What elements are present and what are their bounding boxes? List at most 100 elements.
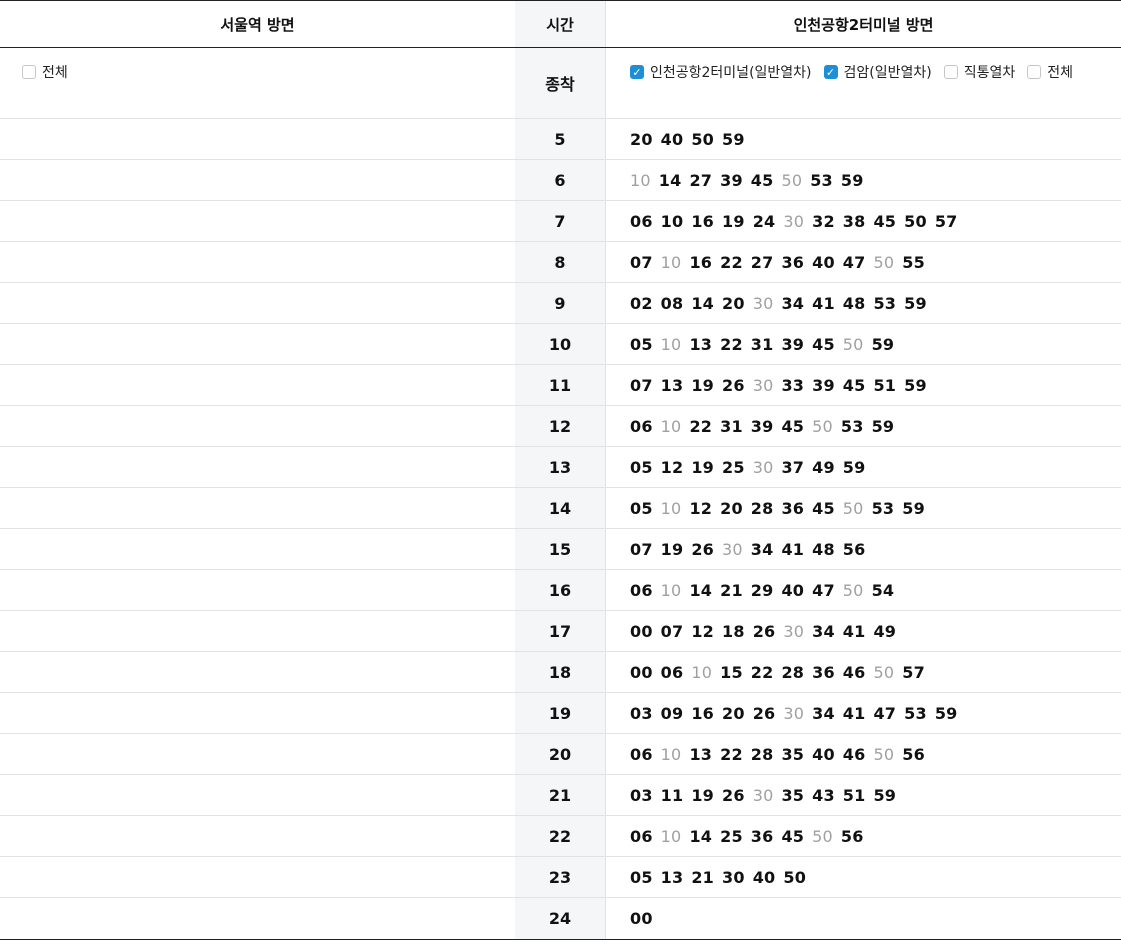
- departure-minute: 41: [842, 703, 866, 723]
- departure-minute: 12: [660, 457, 684, 477]
- departure-minute: 50: [873, 252, 895, 272]
- departure-minute: 56: [842, 539, 866, 559]
- departure-minute: 59: [904, 375, 927, 395]
- departure-minute: 59: [722, 129, 745, 149]
- departure-minute: 39: [750, 416, 774, 436]
- filter-right-0[interactable]: ✓ 인천공항2터미널(일반열차): [630, 62, 812, 82]
- departure-minute: 10: [660, 211, 684, 231]
- header-row: 서울역 방면 시간 인천공항2터미널 방면: [0, 1, 1121, 48]
- header-incheon-direction: 인천공항2터미널 방면: [793, 15, 934, 34]
- departure-minute: 21: [691, 867, 715, 887]
- checkbox-unchecked-icon[interactable]: [22, 65, 36, 79]
- incheon-direction-cell: 06 10 13 22 28 35 40 46 50 56: [606, 734, 1121, 774]
- departure-minute: 41: [842, 621, 866, 641]
- table-row: 8 07 10 16 22 27 36 40 47 50 55: [0, 242, 1121, 283]
- departure-minute: 26: [752, 621, 776, 641]
- departure-minute: 30: [783, 621, 805, 641]
- departure-minute: 20: [722, 293, 745, 313]
- departure-minute: 59: [871, 416, 895, 436]
- departure-minute: 13: [660, 867, 684, 887]
- departure-minute: 50: [783, 867, 807, 887]
- departure-minute: 19: [660, 539, 684, 559]
- departure-minute: 48: [812, 539, 835, 559]
- hour-cell: 5: [515, 119, 606, 159]
- incheon-direction-cell: 07 13 19 26 30 33 39 45 51 59: [606, 365, 1121, 405]
- departure-minute: 53: [810, 170, 833, 190]
- departure-minute: 40: [812, 744, 835, 764]
- checkbox-checked-icon[interactable]: ✓: [823, 65, 838, 79]
- checkbox-unchecked-icon[interactable]: [1027, 65, 1042, 79]
- departure-minute: 59: [904, 293, 927, 313]
- departure-minute: 19: [691, 785, 715, 805]
- departure-minute: 28: [781, 662, 805, 682]
- departure-minute: 12: [691, 621, 715, 641]
- incheon-direction-cell: 06 10 14 21 29 40 47 50 54: [606, 570, 1121, 610]
- departure-minute: 30: [752, 785, 774, 805]
- departure-minute: 33: [781, 375, 805, 395]
- table-row: 11 07 13 19 26 30 33 39 45 51 59: [0, 365, 1121, 406]
- departure-minute: 31: [720, 416, 743, 436]
- departure-minute: 57: [902, 662, 925, 682]
- departure-minute: 20: [720, 498, 743, 518]
- departure-minute: 02: [630, 293, 653, 313]
- table-row: 9 02 08 14 20 30 34 41 48 53 59: [0, 283, 1121, 324]
- departure-minute: 50: [842, 498, 864, 518]
- filter-right-3[interactable]: 전체: [1027, 62, 1073, 82]
- hour-cell: 13: [515, 447, 606, 487]
- departure-minute: 05: [630, 867, 653, 887]
- departure-minute: 59: [934, 703, 958, 723]
- filter-right-2[interactable]: 직통열차: [943, 62, 1015, 82]
- incheon-direction-cell: 00: [606, 898, 1121, 939]
- departure-minute: 10: [660, 744, 682, 764]
- departure-minute: 06: [630, 826, 653, 846]
- departure-minute: 13: [689, 744, 713, 764]
- table-row: 5 20 40 50 59: [0, 119, 1121, 160]
- departure-minute: 27: [750, 252, 774, 272]
- departure-minute: 10: [660, 416, 682, 436]
- seoul-direction-cell: [0, 570, 515, 610]
- departure-minute: 24: [752, 211, 776, 231]
- incheon-direction-cell: 10 14 27 39 45 50 53 59: [606, 160, 1121, 200]
- departure-minute: 25: [722, 457, 745, 477]
- departure-minute: 35: [781, 744, 805, 764]
- departure-minute: 50: [873, 744, 895, 764]
- table-row: 6 10 14 27 39 45 50 53 59: [0, 160, 1121, 201]
- departure-minute: 30: [783, 211, 805, 231]
- departure-minute: 45: [812, 334, 835, 354]
- table-row: 22 06 10 14 25 36 45 50 56: [0, 816, 1121, 857]
- checkbox-checked-icon[interactable]: ✓: [630, 65, 644, 79]
- header-time: 시간: [515, 1, 606, 47]
- departure-minute: 16: [689, 252, 713, 272]
- terminus-label: 종착: [515, 48, 606, 118]
- departure-minute: 08: [660, 293, 684, 313]
- seoul-direction-cell: [0, 283, 515, 323]
- departure-minute: 06: [630, 744, 653, 764]
- departure-minute: 30: [722, 867, 745, 887]
- departure-minute: 53: [873, 293, 897, 313]
- departure-minute: 07: [630, 539, 653, 559]
- departure-minute: 30: [752, 457, 774, 477]
- departure-minute: 50: [812, 826, 833, 846]
- checkbox-unchecked-icon[interactable]: [943, 65, 958, 79]
- filter-right-1[interactable]: ✓ 검암(일반열차): [823, 62, 932, 82]
- departure-minute: 11: [660, 785, 684, 805]
- table-row: 14 05 10 12 20 28 36 45 50 53 59: [0, 488, 1121, 529]
- seoul-direction-cell: [0, 734, 515, 774]
- left-filters: 전체: [0, 48, 515, 118]
- departure-minute: 29: [750, 580, 774, 600]
- departure-minute: 39: [781, 334, 805, 354]
- departure-minute: 45: [842, 375, 866, 395]
- departure-minute: 34: [750, 539, 774, 559]
- departure-minute: 10: [630, 170, 651, 190]
- timetable-body: 5 20 40 50 59 6 10 14 27 39 45 50 53 59 7 06 10 16 19 24 30 3…: [0, 119, 1121, 939]
- departure-minute: 34: [812, 703, 835, 723]
- departure-minute: 31: [750, 334, 774, 354]
- departure-minute: 03: [630, 703, 653, 723]
- seoul-direction-cell: [0, 693, 515, 733]
- departure-minute: 00: [630, 621, 653, 641]
- departure-minute: 05: [630, 457, 653, 477]
- departure-minute: 55: [902, 252, 925, 272]
- checkbox-label: 전체: [1047, 65, 1074, 81]
- filter-left-0[interactable]: 전체: [22, 62, 68, 82]
- hour-cell: 8: [515, 242, 606, 282]
